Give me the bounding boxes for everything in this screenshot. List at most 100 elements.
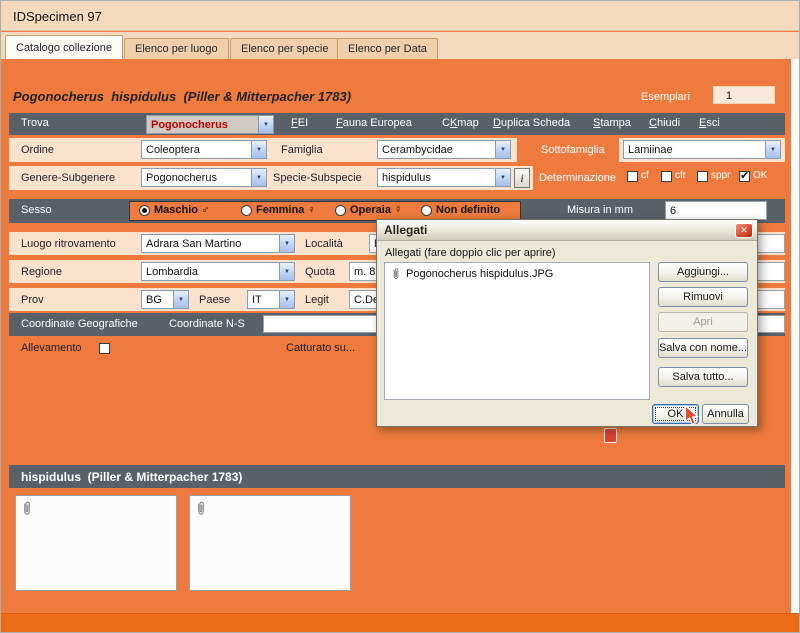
chevron-down-icon[interactable]: ▼ — [251, 141, 266, 158]
rimuovi-button[interactable]: Rimuovi — [658, 287, 748, 307]
luogo-combobox[interactable]: Adrara San Martino ▼ — [141, 234, 295, 253]
chevron-down-icon[interactable]: ▼ — [251, 169, 266, 186]
menu-text: tampa — [600, 117, 631, 129]
attachment-item[interactable]: Pogonocherus hispidulus.JPG — [385, 263, 649, 284]
menu-accel: F — [336, 117, 343, 129]
quota-label: Quota — [305, 266, 335, 278]
menu-item-ckmap[interactable]: CKmap — [442, 117, 479, 129]
menu-text: auna Europea — [343, 117, 412, 129]
cfr-checkbox[interactable] — [661, 171, 672, 182]
chevron-down-icon[interactable]: ▼ — [258, 116, 273, 133]
tab-elenco-per-data[interactable]: Elenco per Data — [337, 38, 438, 59]
prov-combobox[interactable]: BG ▼ — [141, 290, 189, 309]
sottofamiglia-combobox[interactable]: Lamiinae ▼ — [623, 140, 781, 159]
apri-button[interactable]: Apri — [658, 312, 748, 332]
ok-label: OK — [753, 170, 767, 181]
paperclip-icon — [195, 500, 207, 516]
tab-elenco-per-luogo[interactable]: Elenco per luogo — [124, 38, 229, 59]
attachments-listbox[interactable]: Pogonocherus hispidulus.JPG — [384, 262, 650, 400]
dialog-instruction: Allegati (fare doppio clic per aprire) — [385, 247, 556, 259]
genere-value: Pogonocherus — [142, 169, 251, 186]
cfr-label: cfr — [675, 170, 686, 181]
operaia-label[interactable]: Operaia ☿ — [350, 204, 402, 216]
dialog-titlebar[interactable]: Allegati ✕ — [377, 220, 757, 241]
specie-combobox[interactable]: hispidulus ▼ — [377, 168, 511, 187]
chevron-down-icon[interactable]: ▼ — [765, 141, 780, 158]
info-button[interactable]: i — [514, 168, 530, 188]
menu-text: C — [442, 117, 450, 129]
non-definito-label[interactable]: Non definito — [436, 204, 500, 216]
tab-label: Elenco per specie — [241, 43, 328, 55]
esemplari-label: Esemplari — [641, 91, 690, 103]
menu-text: EI — [298, 117, 308, 129]
menu-item-fei[interactable]: FEI — [291, 117, 308, 129]
sottofamiglia-value: Lamiinae — [624, 141, 765, 158]
trova-combobox[interactable]: Pogonocherus ▼ — [146, 115, 274, 134]
tab-label: Elenco per Data — [348, 43, 427, 55]
paperclip-icon — [391, 267, 401, 280]
paese-label: Paese — [199, 294, 230, 306]
cf-checkbox[interactable] — [627, 171, 638, 182]
allegati-dialog: Allegati ✕ Allegati (fare doppio clic pe… — [376, 219, 758, 427]
localita-label: Località — [305, 238, 343, 250]
chevron-down-icon[interactable]: ▼ — [495, 141, 510, 158]
menu-accel: D — [493, 117, 501, 129]
photo-frame-1[interactable] — [15, 495, 177, 591]
salva-tutto-button[interactable]: Salva tutto... — [658, 367, 748, 387]
paperclip-icon — [21, 500, 33, 516]
coordinate-geografiche-label: Coordinate Geografiche — [21, 318, 138, 330]
menu-accel: C — [649, 117, 657, 129]
menu-item-duplica-scheda[interactable]: Duplica Scheda — [493, 117, 570, 129]
app-window: IDSpecimen 97 Catalogo collezione Elenco… — [0, 0, 800, 633]
famiglia-combobox[interactable]: Cerambycidae ▼ — [377, 140, 511, 159]
menu-item-chiudi[interactable]: Chiudi — [649, 117, 680, 129]
femmina-label[interactable]: Femmina ♀ — [256, 204, 316, 216]
genere-label: Genere-Subgenere — [21, 172, 115, 184]
photo-frame-2[interactable] — [189, 495, 351, 591]
sottofamiglia-label: Sottofamiglia — [541, 144, 605, 156]
menu-item-stampa[interactable]: Stampa — [593, 117, 631, 129]
prov-label: Prov — [21, 294, 44, 306]
tab-elenco-per-specie[interactable]: Elenco per specie — [230, 38, 339, 59]
red-button[interactable] — [604, 428, 617, 443]
menu-item-esci[interactable]: Esci — [699, 117, 720, 129]
chevron-down-icon[interactable]: ▼ — [279, 235, 294, 252]
ordine-value: Coleoptera — [142, 141, 251, 158]
trova-toolbar: Trova Pogonocherus ▼ FEI Fauna Europea C… — [9, 113, 785, 135]
ordine-combobox[interactable]: Coleoptera ▼ — [141, 140, 267, 159]
esemplari-field[interactable]: 1 — [713, 86, 775, 104]
sppr-label: sppr — [711, 170, 730, 181]
sesso-label: Sesso — [21, 204, 52, 216]
regione-combobox[interactable]: Lombardia ▼ — [141, 262, 295, 281]
paese-combobox[interactable]: IT ▼ — [247, 290, 295, 309]
tab-catalogo-collezione[interactable]: Catalogo collezione — [5, 35, 123, 59]
chevron-down-icon[interactable]: ▼ — [495, 169, 510, 186]
close-icon[interactable]: ✕ — [735, 223, 753, 238]
cf-label: cf — [641, 170, 649, 181]
chevron-down-icon[interactable]: ▼ — [173, 291, 188, 308]
maschio-radio[interactable] — [139, 205, 150, 216]
prov-value: BG — [142, 291, 173, 308]
window-titlebar[interactable]: IDSpecimen 97 — [1, 1, 799, 31]
aggiungi-button[interactable]: Aggiungi... — [658, 262, 748, 282]
coordinate-ns-label: Coordinate N-S — [169, 318, 245, 330]
catturato-label: Catturato su... — [286, 342, 355, 354]
salva-con-nome-button[interactable]: Salva con nome... — [658, 338, 748, 358]
menu-item-fauna-europea[interactable]: Fauna Europea — [336, 117, 412, 129]
chevron-down-icon[interactable]: ▼ — [279, 263, 294, 280]
sppr-checkbox[interactable] — [697, 171, 708, 182]
chevron-down-icon[interactable]: ▼ — [279, 291, 294, 308]
femmina-radio[interactable] — [241, 205, 252, 216]
operaia-radio[interactable] — [335, 205, 346, 216]
non-definito-radio[interactable] — [421, 205, 432, 216]
genere-combobox[interactable]: Pogonocherus ▼ — [141, 168, 267, 187]
annulla-button[interactable]: Annulla — [702, 404, 749, 424]
allevamento-checkbox[interactable] — [99, 343, 110, 354]
right-gutter — [791, 59, 800, 613]
ok-checkbox[interactable] — [739, 171, 750, 182]
famiglia-label: Famiglia — [281, 144, 323, 156]
allevamento-label: Allevamento — [21, 342, 82, 354]
luogo-label: Luogo ritrovamento — [21, 238, 116, 250]
maschio-label[interactable]: Maschio ♂ — [154, 204, 209, 216]
misura-field[interactable]: 6 — [665, 201, 767, 220]
